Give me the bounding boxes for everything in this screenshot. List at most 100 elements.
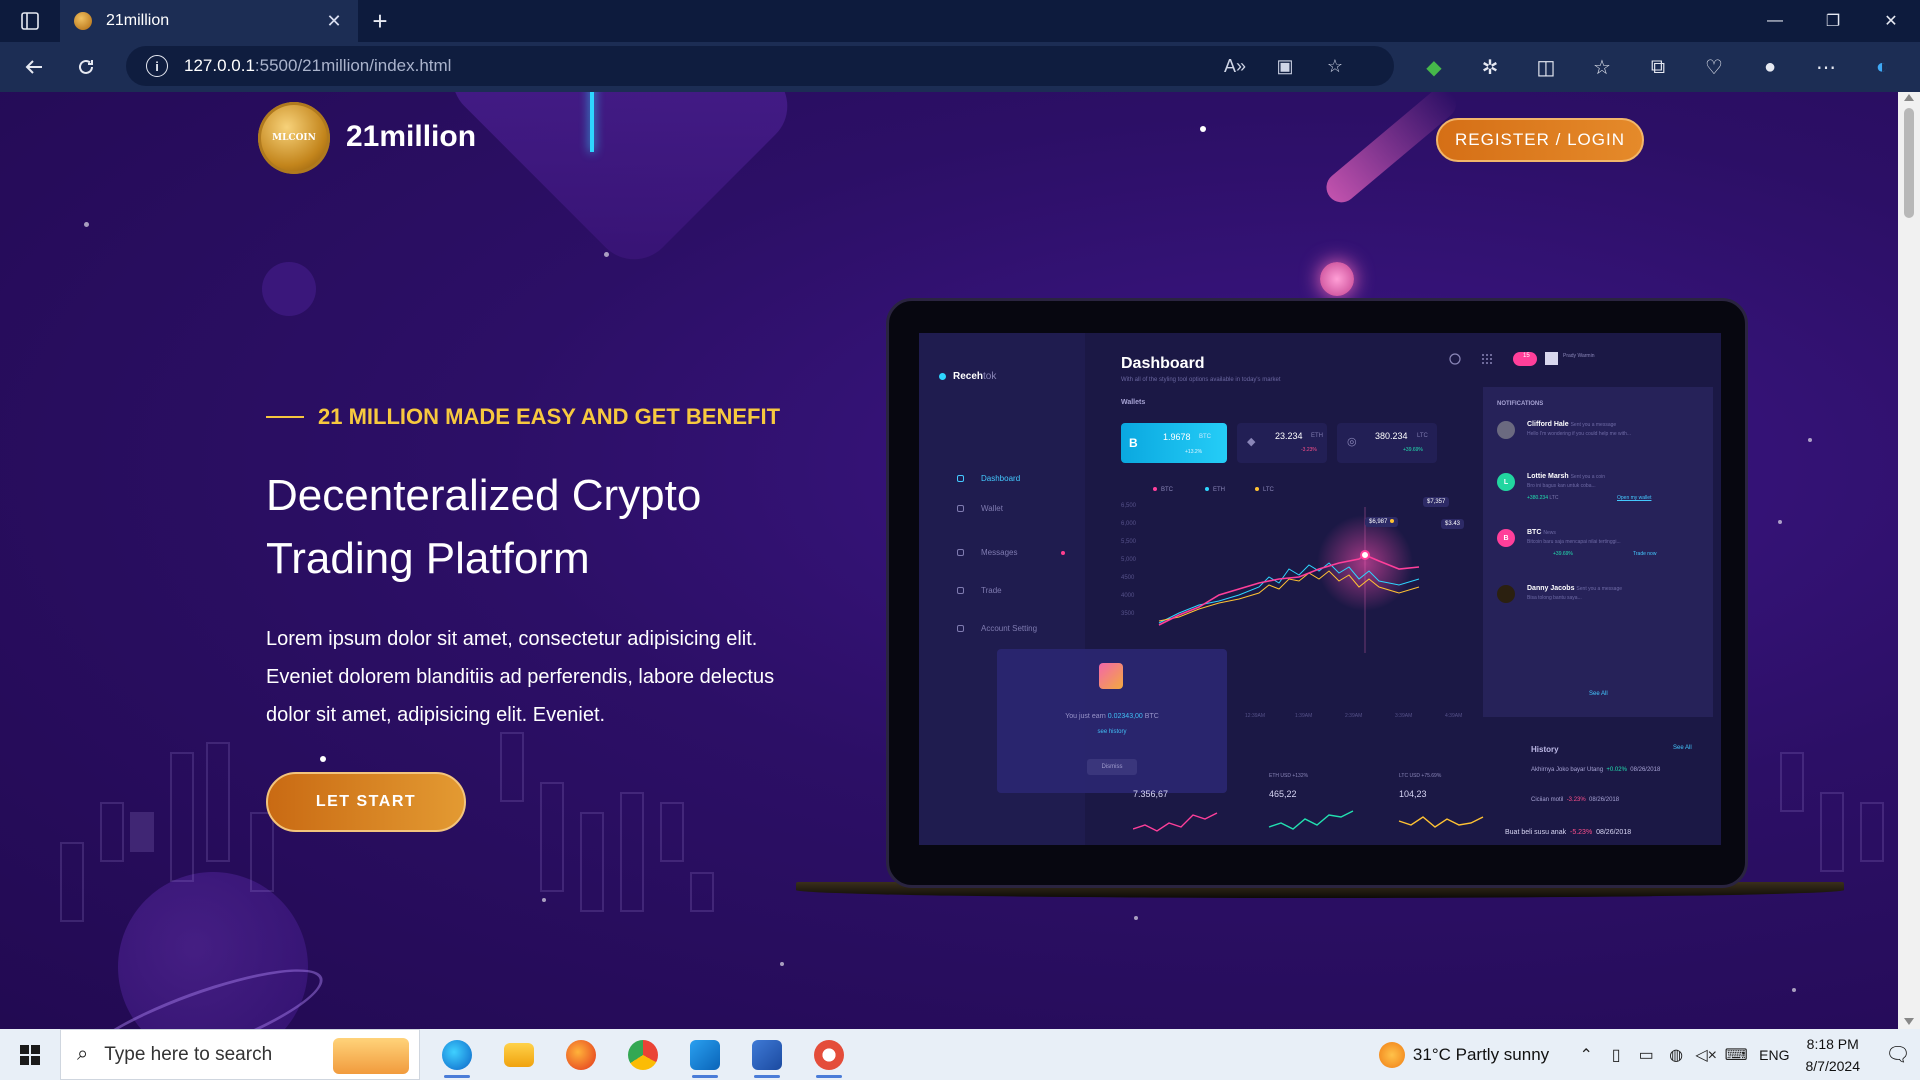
logo-text: MLCOIN <box>272 133 316 143</box>
language-indicator[interactable]: ENG <box>1759 1047 1789 1063</box>
sidebar-item-messages: Messages <box>981 548 1018 557</box>
history-see-all: See All <box>1673 745 1692 751</box>
split-screen-icon[interactable]: ◫ <box>1518 42 1574 92</box>
x-tick: 3:39AM <box>1395 713 1413 719</box>
open-wallet-link: Open my wallet <box>1617 495 1652 501</box>
see-history-link: see history <box>1097 729 1127 735</box>
notification-name: Lottie Marsh Sent you a coin <box>1527 473 1606 480</box>
x-tick: 4:39AM <box>1445 713 1463 719</box>
weather-widget[interactable]: 31°C Partly sunny <box>1378 1041 1549 1068</box>
taskbar-firefox[interactable] <box>550 1029 612 1080</box>
history-row: Ciciian motil -3.23% 08/26/2018 <box>1531 797 1620 803</box>
earn-popup: You just earn 0.02343,00 BTC see history… <box>997 649 1227 793</box>
taskbar-apps <box>426 1029 860 1080</box>
collections-icon[interactable]: ⧉ <box>1630 42 1686 92</box>
battery-icon[interactable]: ▭ <box>1631 1045 1661 1065</box>
volume-muted-icon[interactable]: ◁× <box>1691 1045 1721 1065</box>
notifications-icon[interactable]: 🗨 <box>1876 1029 1920 1080</box>
back-icon[interactable] <box>8 42 60 92</box>
sidebar-item-dashboard: Dashboard <box>981 474 1021 483</box>
mini-chart-label: ETH USD +132% <box>1269 773 1309 779</box>
minimize-icon[interactable]: — <box>1746 0 1804 42</box>
start-button[interactable] <box>0 1029 60 1080</box>
vscode-icon <box>690 1039 720 1070</box>
hero-tagline: 21 MILLION MADE EASY AND GET BENEFIT <box>266 404 780 430</box>
clock-date: 8/7/2024 <box>1805 1057 1861 1074</box>
hero-title-line2: Trading Platform <box>266 534 590 583</box>
address-bar[interactable]: i 127.0.0.1:5500/21million/index.html A»… <box>126 46 1394 86</box>
mini-chart-label: LTC USD +75.69% <box>1399 773 1442 779</box>
favorite-star-icon[interactable]: ☆ <box>1310 56 1360 77</box>
folder-icon <box>504 1042 534 1067</box>
star <box>84 222 89 227</box>
tab-title: 21million <box>106 12 170 29</box>
refresh-icon[interactable] <box>60 42 112 92</box>
ltc-icon: ◎ <box>1347 436 1357 448</box>
close-tab-icon[interactable]: ✕ <box>324 11 344 32</box>
copilot-icon[interactable]: ◐ <box>1854 42 1910 92</box>
extension-icon[interactable]: ◆ <box>1406 42 1462 92</box>
keyboard-icon[interactable]: ⌨ <box>1721 1045 1751 1065</box>
avatar: B <box>1497 529 1515 547</box>
sidebar-item-trade: Trade <box>981 586 1002 595</box>
scroll-down-icon[interactable] <box>1904 1018 1914 1025</box>
wallet-unit: ETH <box>1311 433 1323 439</box>
mini-chart-value: 7.356,67 <box>1133 789 1169 799</box>
brand-name[interactable]: 21million <box>346 120 476 154</box>
scroll-up-icon[interactable] <box>1904 94 1914 101</box>
profile-avatar-icon[interactable]: ● <box>1742 42 1798 92</box>
system-tray: 31°C Partly sunny ⌃ ▯ ▭ ◍ ◁× ⌨ ENG 8:18 … <box>1378 1029 1920 1080</box>
gift-icon <box>1099 663 1123 689</box>
clock-time: 8:18 PM <box>1806 1035 1859 1052</box>
network-icon[interactable]: ◍ <box>1661 1045 1691 1065</box>
browser-tab[interactable]: 21million ✕ <box>60 0 358 42</box>
history-row: Akhirnya Joko bayar Utang +0.02% 08/26/2… <box>1531 767 1661 773</box>
site-info-icon[interactable]: i <box>146 55 168 77</box>
clock[interactable]: 8:18 PM 8/7/2024 <box>1806 1033 1861 1077</box>
new-tab-button[interactable]: + <box>358 0 402 42</box>
address-bar-actions: A» ▣ ☆ <box>1210 46 1360 86</box>
taskbar-chrome[interactable] <box>612 1029 674 1080</box>
favorites-icon[interactable]: ☆ <box>1574 42 1630 92</box>
trade-icon <box>957 587 964 594</box>
windows-logo-icon <box>20 1044 40 1065</box>
taskbar-file-explorer[interactable] <box>488 1029 550 1080</box>
read-aloud-icon[interactable]: A» <box>1210 56 1260 77</box>
wallet-unit: BTC <box>1199 434 1211 440</box>
taskbar-edge[interactable] <box>426 1029 488 1080</box>
browser-essentials-icon[interactable]: ♡ <box>1686 42 1742 92</box>
taskbar-word[interactable] <box>736 1029 798 1080</box>
url-host: 127.0.0.1 <box>184 56 255 75</box>
taskbar-vscode[interactable] <box>674 1029 736 1080</box>
message-dot <box>1061 551 1065 555</box>
partly-sunny-icon <box>1378 1041 1405 1068</box>
wallet-card-eth: ◆ 23.234 ETH -3.23% <box>1237 423 1327 463</box>
star <box>1778 520 1782 524</box>
scrollbar-thumb[interactable] <box>1904 108 1914 218</box>
wallet-unit: LTC <box>1417 433 1428 439</box>
web-page: MLCOIN 21million REGISTER / LOGIN 21 MIL… <box>0 92 1898 1029</box>
chevron-up-icon[interactable]: ⌃ <box>1571 1045 1601 1065</box>
more-options-icon[interactable]: ⋯ <box>1798 42 1854 92</box>
tab-actions-icon[interactable] <box>0 0 60 42</box>
sidebar-item-wallet: Wallet <box>981 504 1003 513</box>
wallet-change: +13.2% <box>1185 449 1203 455</box>
extensions-icon[interactable]: ✲ <box>1462 42 1518 92</box>
notification-text: Hello I'm wondering if you could help me… <box>1527 431 1632 437</box>
site-logo[interactable]: MLCOIN <box>258 102 330 174</box>
settings-icon <box>957 625 964 632</box>
messages-icon <box>957 549 964 556</box>
taskbar-app[interactable] <box>798 1029 860 1080</box>
device-icon[interactable]: ▯ <box>1601 1045 1631 1065</box>
wallet-value: 380.234 <box>1375 431 1408 441</box>
taskbar-search[interactable]: ⌕ Type here to search <box>60 1029 420 1080</box>
let-start-button[interactable]: LET START <box>266 772 466 832</box>
close-window-icon[interactable]: ✕ <box>1862 0 1920 42</box>
register-login-button[interactable]: REGISTER / LOGIN <box>1436 118 1644 162</box>
immersive-reader-icon[interactable]: ▣ <box>1260 56 1310 77</box>
restore-icon[interactable]: ❐ <box>1804 0 1862 42</box>
tagline-dash <box>266 416 304 418</box>
page-scrollbar[interactable] <box>1898 92 1920 1029</box>
notification-text: Bro ini bagus kan untuk coba... <box>1527 483 1596 489</box>
star <box>604 252 609 257</box>
